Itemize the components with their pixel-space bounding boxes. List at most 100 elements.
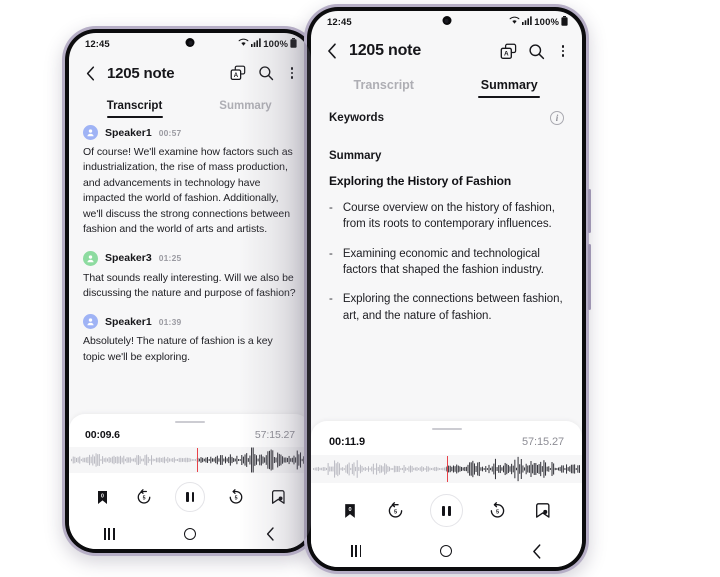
list-item: - Course overview on the history of fash… [329,200,566,233]
tab-transcript[interactable]: Transcript [321,72,447,99]
speaker-name: Speaker1 [105,126,152,139]
keywords-section: Keywords i [327,105,566,125]
transcript-turn-header: Speaker1 01:39 [83,314,297,330]
bullet-marker: - [329,247,333,260]
app-header: 1205 note A [311,33,582,68]
status-bar: 12:45 100% [69,33,311,55]
status-indicators: 100% [509,15,568,29]
battery-percent: 100% [263,38,288,50]
player-times: 00:11.9 57:15.27 [311,436,582,455]
list-item: - Examining economic and technological f… [329,246,566,279]
back-chevron-icon[interactable] [323,42,341,60]
signal-icon [522,16,532,28]
nav-home-icon[interactable] [177,524,203,544]
note-bookmark-icon[interactable] [267,486,289,508]
phone-right-bezel: 12:45 100% 1205 note A Transcript Summar… [307,7,586,571]
battery-icon [290,37,297,51]
battery-icon [561,15,568,29]
sheet-grabber[interactable] [431,427,462,430]
bullet-text: Exploring the connections between fashio… [342,293,563,322]
transcript-turn-header: Speaker3 01:25 [83,250,297,266]
info-icon[interactable]: i [550,111,564,125]
speaker-timestamp: 00:57 [158,127,182,138]
system-nav-bar [311,535,582,567]
more-options-icon[interactable] [556,44,570,58]
phone-right-screen: 12:45 100% 1205 note A Transcript Summar… [311,11,582,567]
svg-text:5: 5 [496,509,499,515]
page-title: 1205 note [349,42,422,59]
phone-left-bezel: 12:45 100% 1205 note A Transcript Summar… [65,29,315,553]
svg-text:5: 5 [394,509,397,515]
transcript-turn-header: Speaker1 00:57 [83,125,297,140]
speaker-timestamp: 01:39 [158,316,182,327]
nav-back-icon[interactable] [258,524,284,544]
total-time: 57:15.27 [254,429,295,441]
nav-recents-icon[interactable] [96,524,122,544]
transcript-turn[interactable]: Speaker3 01:25 That sounds really intere… [83,250,297,302]
current-time: 00:09.6 [85,429,120,441]
search-icon[interactable] [257,65,274,82]
pause-icon[interactable] [429,494,463,527]
wifi-icon [509,16,520,28]
playhead-marker[interactable] [446,456,448,482]
waveform-scrubber[interactable] [311,455,582,483]
nav-recents-icon[interactable] [343,541,369,561]
transcript-turn[interactable]: Speaker1 01:39 Absolutely! The nature of… [83,314,297,365]
svg-text:A: A [504,50,509,57]
back-chevron-icon[interactable] [81,64,99,82]
player-times: 00:09.6 57:15.27 [69,429,311,447]
transcript-turn[interactable]: Speaker1 00:57 Of course! We'll examine … [83,125,297,238]
status-indicators: 100% [238,37,297,51]
note-bookmark-icon[interactable] [532,500,554,522]
player-controls: 0 5 5 [311,483,582,535]
svg-text:5: 5 [235,496,238,502]
bullet-marker: - [329,202,333,214]
wifi-icon [238,38,249,50]
sheet-grabber[interactable] [175,420,205,423]
nav-back-icon[interactable] [524,541,550,561]
camera-punch-hole [185,38,195,47]
rewind-5-icon[interactable]: 5 [384,500,406,522]
rewind-5-icon[interactable]: 5 [133,486,155,508]
svg-text:A: A [233,73,238,79]
phone-right: 12:45 100% 1205 note A Transcript Summar… [304,4,591,574]
translate-icon[interactable]: A [229,65,246,82]
volume-button [588,244,591,310]
transcript-list[interactable]: Speaker1 00:57 Of course! We'll examine … [69,119,311,414]
search-icon[interactable] [528,43,545,60]
header-actions: A [500,43,570,60]
audio-player: 00:09.6 57:15.27 0 5 5 [69,413,311,519]
speaker-name: Speaker1 [105,315,152,328]
playhead-marker[interactable] [197,448,199,472]
svg-text:0: 0 [348,506,351,512]
person-icon [83,250,98,266]
svg-text:5: 5 [143,496,146,502]
battery-percent: 100% [534,16,559,28]
header-actions: A [229,65,299,82]
bullet-marker: - [329,293,333,306]
camera-punch-hole [442,16,451,25]
speaker-name: Speaker3 [105,252,152,265]
forward-5-icon[interactable]: 5 [487,500,509,522]
tab-summary[interactable]: Summary [447,72,573,99]
player-controls: 0 5 5 [69,473,311,519]
phone-left-screen: 12:45 100% 1205 note A Transcript Summar… [69,33,311,549]
forward-5-icon[interactable]: 5 [225,486,247,508]
transcript-text: Absolutely! The nature of fashion is a k… [83,335,273,363]
keywords-label: Keywords [329,112,384,124]
pause-icon[interactable] [175,482,205,512]
summary-content[interactable]: Keywords i Summary Exploring the History… [311,99,582,421]
tab-transcript[interactable]: Transcript [79,94,190,119]
waveform-scrubber[interactable] [69,447,311,473]
phone-left: 12:45 100% 1205 note A Transcript Summar… [62,26,318,556]
tab-summary[interactable]: Summary [190,94,301,119]
total-time: 57:15.27 [521,436,564,448]
translate-icon[interactable]: A [500,43,517,60]
screenshot-stage: 12:45 100% 1205 note A Transcript Summar… [0,0,720,577]
nav-home-icon[interactable] [433,541,459,561]
more-options-icon[interactable] [285,66,299,80]
bullet-text: Course overview on the history of fashio… [342,202,555,231]
bookmark-add-icon[interactable]: 0 [91,486,113,508]
bookmark-add-icon[interactable]: 0 [339,500,361,522]
list-item: - Exploring the connections between fash… [329,291,566,324]
